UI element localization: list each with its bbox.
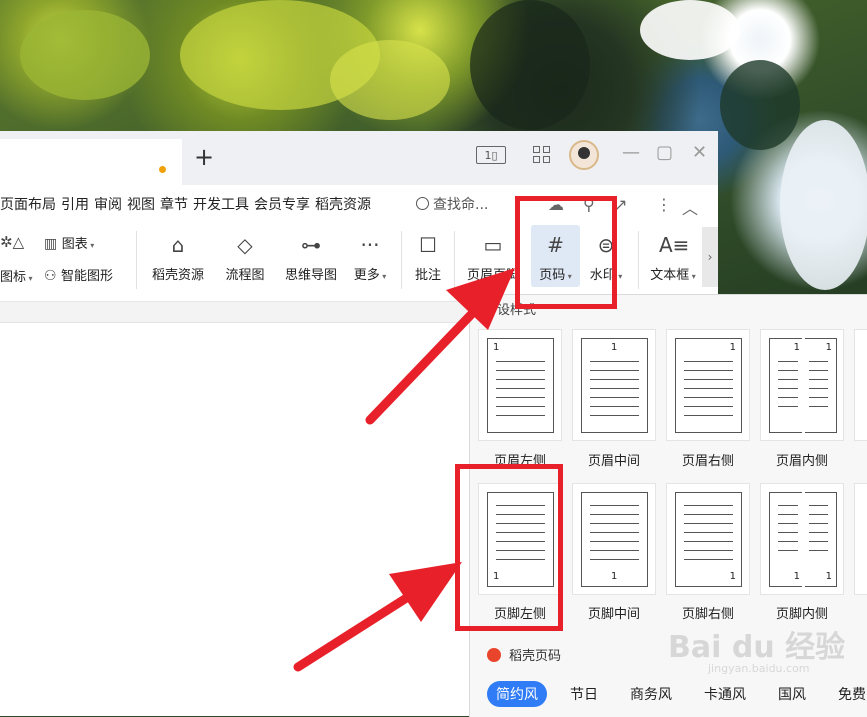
- annotation-arrows: [293, 268, 515, 672]
- arrow-to-page-number: [365, 268, 515, 425]
- arrow-to-footer-left: [293, 562, 462, 672]
- baidu-watermark: Bai du 经验 jingyan.baidu.com: [668, 630, 846, 675]
